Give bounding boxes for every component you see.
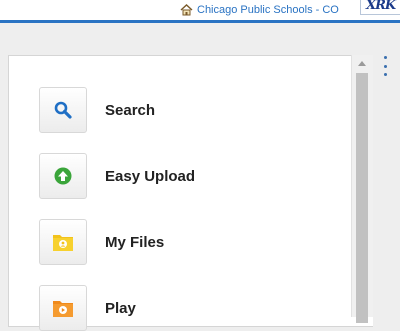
search-tile[interactable] [39,87,87,133]
school-link[interactable]: Chicago Public Schools - CO [180,1,339,19]
menu-item-play[interactable]: Play [39,285,136,331]
scrollbar-thumb[interactable] [356,73,368,323]
top-bar-accent-line [0,20,400,23]
upload-icon [54,167,72,185]
vertical-scrollbar[interactable] [351,55,373,323]
home-icon [180,4,193,16]
play-tile[interactable] [39,285,87,331]
easy-upload-tile[interactable] [39,153,87,199]
menu-item-easy-upload[interactable]: Easy Upload [39,153,195,199]
menu-item-label[interactable]: Play [105,300,136,317]
menu-item-label[interactable]: Search [105,102,155,119]
scroll-up-arrow-icon[interactable] [358,61,366,66]
folder-icon [53,235,73,251]
my-files-tile[interactable] [39,219,87,265]
menu-item-search[interactable]: Search [39,87,155,133]
logo-text: XRK [366,0,396,13]
menu-item-label[interactable]: Easy Upload [105,168,195,185]
more-options-icon[interactable] [382,56,388,76]
menu-item-label[interactable]: My Files [105,234,164,251]
magnifier-icon [54,101,72,119]
district-logo: XRK [360,0,400,15]
school-name[interactable]: Chicago Public Schools - CO [197,4,339,16]
menu-item-my-files[interactable]: My Files [39,219,164,265]
play-folder-icon [53,301,73,317]
